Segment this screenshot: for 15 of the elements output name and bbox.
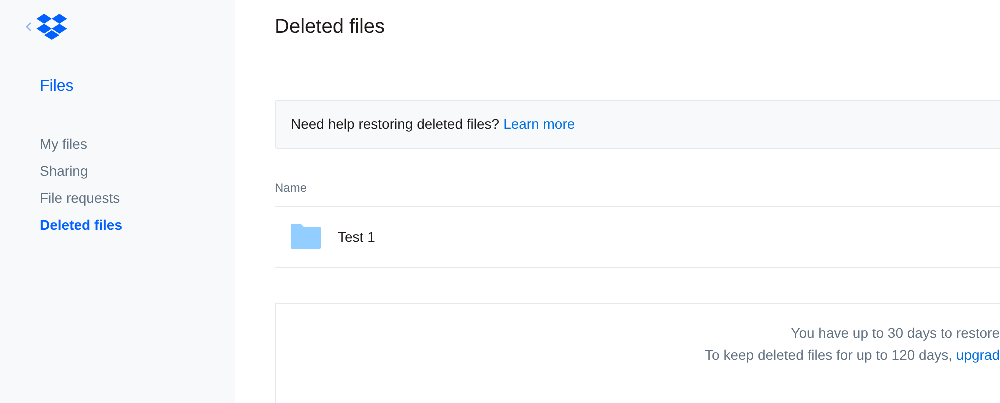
column-header[interactable]: Name bbox=[275, 180, 1000, 207]
sidebar-item[interactable]: File requests bbox=[40, 190, 235, 206]
sidebar-heading: Files bbox=[40, 78, 75, 96]
sidebar-item[interactable]: Sharing bbox=[40, 163, 235, 179]
upgrade-link[interactable]: upgrad bbox=[956, 347, 1000, 364]
file-name[interactable]: Test 1 bbox=[338, 228, 376, 245]
folder-icon bbox=[291, 224, 321, 250]
sidebar-item[interactable]: Deleted files bbox=[40, 217, 235, 233]
notice-text: You have up to 30 days to restore bbox=[791, 325, 1000, 342]
sidebar-item[interactable]: My files bbox=[40, 136, 235, 152]
banner-text: Need help restoring deleted files? bbox=[291, 116, 500, 132]
page-title: Deleted files bbox=[275, 16, 386, 39]
logo-icon[interactable] bbox=[36, 14, 68, 40]
notice-text: To keep deleted files for up to 120 days, upgrad bbox=[705, 347, 1000, 364]
learn-more-link[interactable]: Learn more bbox=[504, 116, 576, 132]
